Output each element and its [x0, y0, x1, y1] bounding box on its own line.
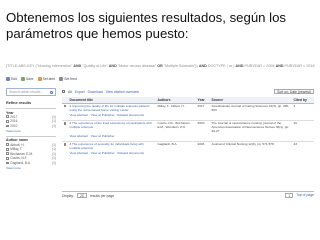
cited-by[interactable]: 43 [292, 140, 314, 152]
view-more-link[interactable]: View more [6, 129, 56, 133]
filter-label: Buchanan, E.M. [10, 151, 33, 156]
filter-group: Author name Abbott, H. (1) Millay, T. (1) Buc… [6, 135, 56, 170]
results-panel: All Export Download View citation overvi… [62, 88, 314, 200]
filter-label: Millay, T. [10, 147, 23, 152]
display-label: Display: [62, 193, 75, 198]
filter-label: 2017 [10, 114, 18, 119]
top-of-page-link[interactable]: Top of page [296, 193, 314, 197]
toolbar-label: Edit [11, 77, 17, 81]
set-feed-button[interactable]: Set feed [59, 77, 77, 81]
query-term: "Quality of Life" [81, 64, 109, 68]
table-row: 2 The experience of the lived experience… [62, 119, 314, 135]
select-all-label[interactable]: All [68, 90, 72, 94]
source[interactable]: The Journal of neuroscience nursing: jou… [210, 119, 292, 135]
refine-sidebar: Search within results... Refine results … [6, 88, 56, 200]
filter-count: (1) [52, 160, 56, 165]
rss-icon [59, 77, 64, 81]
row-actions: View abstract · View at Publisher · Rela… [62, 151, 314, 158]
filter-option[interactable]: 2010 (1) [6, 124, 56, 129]
filter-checkbox[interactable] [6, 119, 9, 123]
per-page-suffix: results per page [89, 193, 115, 198]
edit-button[interactable]: Edit [6, 77, 17, 81]
filter-checkbox[interactable] [6, 115, 9, 119]
bell-icon [37, 77, 42, 81]
download-link[interactable]: Download [88, 90, 103, 94]
search-within-placeholder: Search within results... [9, 90, 44, 94]
per-page-select[interactable]: 20 [77, 193, 87, 198]
authors[interactable]: Millay, T., Abbott, H. [156, 102, 196, 114]
query-term: DOCTYPE ( ar ) [206, 64, 236, 68]
results-table: Document title Authors Year Source Cited by … [62, 97, 314, 158]
filter-checkbox[interactable] [6, 147, 9, 151]
query-term: "Motor neuron disease" [116, 64, 158, 68]
search-icon[interactable] [50, 90, 53, 94]
slide-heading: Obtenemos los siguientes resultados, seg… [6, 10, 287, 41]
export-link[interactable]: Export [75, 90, 85, 94]
filter-label: Courts, N.F. [10, 156, 28, 161]
year: 2010 [196, 119, 210, 135]
save-button[interactable]: Save [20, 77, 34, 81]
filter-group: Year 2017 (1) 2016 (1) 2010 (1) View more [6, 108, 56, 133]
year: 2017 [196, 102, 210, 114]
filter-count: (1) [52, 151, 56, 156]
query-term: PUBYEAR < 2018 [283, 64, 315, 68]
select-all-checkbox[interactable] [62, 90, 65, 93]
document-title-link[interactable]: The experience of the lived experience o… [70, 121, 152, 129]
query-operator: AND [198, 64, 207, 68]
filter-count: (1) [52, 147, 56, 152]
query-term: "Multiple Sclerosis")) [162, 64, 199, 68]
filter-count: (1) [52, 114, 56, 119]
source[interactable]: Journal of Clinical Nursing 12(4), pp. 5… [210, 140, 292, 152]
authors[interactable]: Gagliardi, B.A. [156, 140, 196, 152]
document-title-link[interactable]: The experience of sexuality for individu… [70, 142, 144, 150]
query-term: (TITLE-ABS-KEY ("Nursing intervention" [6, 64, 74, 68]
row-checkbox[interactable] [63, 121, 67, 125]
query-operator: AND [108, 64, 117, 68]
cited-by[interactable]: 16 [292, 119, 314, 135]
search-within-input[interactable]: Search within results... [6, 88, 56, 96]
filter-label: Gagliardi, B.A. [10, 160, 31, 165]
filter-label: 2016 [10, 119, 18, 124]
results-toolbar: All Export Download View citation overvi… [62, 88, 314, 95]
current-page[interactable]: 1 [285, 193, 294, 198]
filter-count: (1) [52, 156, 56, 161]
toolbar-label: Set feed [64, 77, 77, 81]
filter-label: 2010 [10, 123, 18, 128]
filter-checkbox[interactable] [6, 152, 9, 156]
year: 2003 [196, 140, 210, 152]
row-checkbox[interactable] [63, 142, 67, 146]
search-query-string: (TITLE-ABS-KEY ("Nursing intervention" A… [6, 64, 316, 68]
pencil-icon [6, 77, 10, 81]
filter-label: Abbott, H. [10, 142, 25, 147]
source[interactable]: Scandinavian Journal of Caring Sciences … [210, 102, 292, 114]
pagination-bar: Display: 20 results per page 1 Top of pa… [62, 191, 314, 198]
refine-title: Refine results [6, 101, 32, 105]
citation-overview-link[interactable]: View citation overview [106, 90, 139, 94]
cited-by[interactable]: 3 [292, 102, 314, 114]
query-term: PUBYEAR > 2005 [243, 64, 276, 68]
sort-dropdown[interactable]: Sort on: Date (newest) [274, 89, 314, 94]
toolbar-label: Set alert [42, 77, 56, 81]
filter-count: (1) [52, 142, 56, 147]
row-checkbox[interactable] [63, 104, 67, 108]
set-alert-button[interactable]: Set alert [37, 77, 56, 81]
filter-count: (1) [52, 123, 56, 128]
authors[interactable]: Courts, N.F., Buchanan, E.M., Werstlein,… [156, 119, 196, 135]
view-more-link[interactable]: View more [6, 166, 56, 170]
filter-checkbox[interactable] [6, 156, 9, 160]
filter-checkbox[interactable] [6, 143, 9, 146]
document-title-link[interactable]: Improving the quality of life for multip… [70, 104, 150, 112]
toolbar-label: Save [25, 77, 34, 81]
save-icon [20, 77, 25, 81]
query-toolbar: Edit Save Set alert Set feed [6, 76, 77, 82]
filter-option[interactable]: Gagliardi, B.A. (1) [6, 161, 56, 166]
filter-count: (1) [52, 119, 56, 124]
query-operator: AND [275, 64, 284, 68]
row-action-links[interactable]: View abstract · View at Publisher · Rela… [68, 151, 314, 158]
filter-checkbox[interactable] [6, 161, 9, 165]
filter-checkbox[interactable] [6, 124, 9, 128]
